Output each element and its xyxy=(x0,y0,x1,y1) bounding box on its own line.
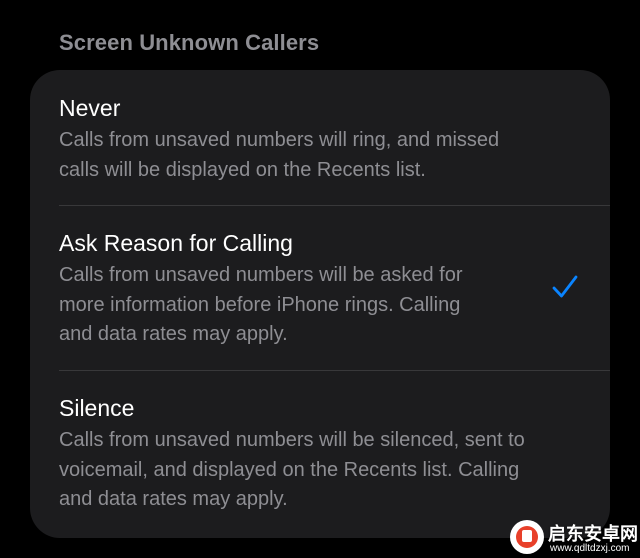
options-group: Never Calls from unsaved numbers will ri… xyxy=(30,70,610,538)
option-ask-reason[interactable]: Ask Reason for Calling Calls from unsave… xyxy=(30,206,610,370)
option-ask-reason-description-line: more information before iPhone rings. Ca… xyxy=(59,293,461,316)
option-ask-reason-description: Calls from unsaved numbers will be asked… xyxy=(59,261,463,350)
option-silence-description: Calls from unsaved numbers will be silen… xyxy=(59,426,525,515)
option-never-description: Calls from unsaved numbers will ring, an… xyxy=(59,126,499,185)
option-never-description-line: calls will be displayed on the Recents l… xyxy=(59,158,426,181)
option-silence[interactable]: Silence Calls from unsaved numbers will … xyxy=(30,371,610,538)
option-ask-reason-description-line: Calls from unsaved numbers will be asked… xyxy=(59,264,463,286)
option-silence-description-line: and data rates may apply. xyxy=(59,488,288,510)
option-silence-title: Silence xyxy=(59,395,135,421)
option-never[interactable]: Never Calls from unsaved numbers will ri… xyxy=(30,70,610,205)
option-never-description-line: Calls from unsaved numbers will ring, an… xyxy=(59,129,500,151)
option-silence-description-line: Calls from unsaved numbers will be silen… xyxy=(59,429,525,451)
option-silence-description-line: voicemail, and displayed on the Recents … xyxy=(59,458,520,481)
option-ask-reason-description-line: and data rates may apply. xyxy=(59,323,288,345)
section-header: Screen Unknown Callers xyxy=(59,30,320,55)
option-never-title: Never xyxy=(59,95,121,121)
checkmark-icon xyxy=(552,275,578,298)
watermark-url: www.qdltdzxj.com xyxy=(550,543,630,554)
option-ask-reason-title: Ask Reason for Calling xyxy=(59,230,293,256)
